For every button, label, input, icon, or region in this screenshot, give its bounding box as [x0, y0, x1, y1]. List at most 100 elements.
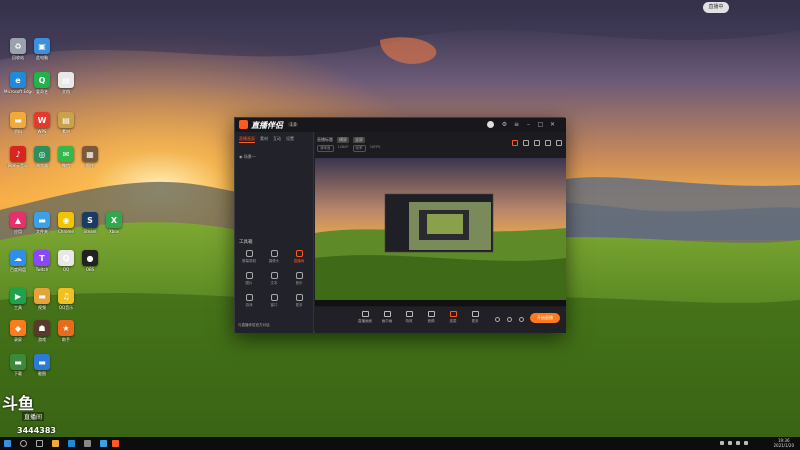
stream-watermark: 斗鱼 直播间 3444383 — [0, 390, 58, 437]
bottom-tool-audio[interactable]: 音频 — [421, 311, 441, 324]
ime-icon[interactable] — [744, 441, 748, 445]
desktop-icon-computer[interactable]: ▣ 此电脑 — [28, 38, 56, 60]
scene-item[interactable]: ◉ 场景一 — [239, 154, 256, 160]
bottom-tool-more[interactable]: 更多 — [465, 311, 485, 324]
app-titlebar[interactable]: 直播伴侣 1.0 ⚙ ≡ – □ ✕ — [235, 118, 566, 132]
record-icon[interactable] — [512, 140, 518, 146]
toolbox-item[interactable]: 图片 — [238, 272, 260, 286]
live-app-taskbar-icon[interactable] — [112, 440, 119, 447]
toolbox-item[interactable]: 文本 — [263, 272, 285, 286]
bottom-tool-effects[interactable]: 特效 — [399, 311, 419, 324]
desktop-icon-label: 此电脑 — [36, 55, 48, 60]
toolbox-item[interactable]: 游戏 — [238, 294, 260, 308]
official-chat-link[interactable]: 与直播伴侣官方对话 — [238, 323, 270, 328]
tool-label: 摄像头 — [268, 259, 280, 263]
desktop-icon-file-b[interactable]: ▤ 素材 — [52, 112, 80, 134]
start-live-button[interactable]: 开始直播 — [530, 313, 560, 323]
desktop-icon-label: 素材 — [62, 129, 70, 134]
desktop-icon-label: 文档 — [62, 89, 70, 94]
menu-icon[interactable]: ≡ — [513, 121, 520, 128]
close-icon[interactable]: ✕ — [549, 121, 556, 128]
portrait-badge[interactable]: 竖屏 — [353, 137, 365, 143]
bottom-tool-cohost[interactable]: 连麦 — [443, 311, 463, 324]
eye-icon[interactable]: ◉ — [239, 154, 243, 159]
green-app-icon: ▶ — [10, 288, 26, 304]
fullscreen-icon[interactable] — [545, 140, 551, 146]
app-version-badge[interactable]: 1.0 — [288, 122, 299, 127]
toolbox-item[interactable]: 直播间 — [288, 250, 310, 264]
bottom-control-bar: 直播画面 画中画 特效 音频 连麦 更多 开始直播 — [315, 307, 566, 333]
live-preview-canvas[interactable] — [315, 158, 566, 306]
volume-icon[interactable] — [736, 441, 740, 445]
tab-settings[interactable]: 设置 — [286, 136, 294, 143]
desktop-icon-folder-e[interactable]: ▬ 截图 — [28, 354, 56, 376]
store-icon[interactable] — [84, 440, 91, 447]
tray-arrow-icon[interactable] — [720, 441, 724, 445]
fps-chip[interactable]: 帧率 — [352, 145, 366, 152]
mic-toggle-icon[interactable] — [507, 317, 512, 322]
gear-icon[interactable] — [519, 317, 524, 322]
pip-icon — [383, 311, 391, 317]
obs-icon: ● — [82, 250, 98, 266]
clock-date: 2021/1/20 — [773, 443, 794, 448]
globe-icon: ◎ — [34, 146, 50, 162]
file-b-icon: ▤ — [58, 112, 74, 128]
settings-icon[interactable]: ⚙ — [501, 121, 508, 128]
screenshot-icon[interactable] — [523, 140, 529, 146]
desktop-icon-label: OBS — [85, 267, 95, 272]
user-avatar-icon[interactable] — [487, 121, 494, 128]
desktop-icon-game-b[interactable]: ★ 助手 — [52, 320, 80, 342]
tab-live-scene[interactable]: 直播画面 — [239, 136, 255, 143]
iqiyi-icon: Q — [34, 72, 50, 88]
share-icon[interactable] — [556, 140, 562, 146]
toolbox-item[interactable]: 音乐 — [288, 272, 310, 286]
room-number: 3444383 — [17, 426, 56, 435]
toolbox-item[interactable]: 更多 — [288, 294, 310, 308]
app-taskbar-icon[interactable] — [100, 440, 107, 447]
maximize-icon[interactable]: □ — [537, 121, 544, 128]
cohost-icon — [449, 311, 457, 317]
toolbox-item[interactable]: 摄像头 — [263, 250, 285, 264]
tool-label: 更多 — [295, 303, 303, 307]
desktop-icon-label: 截图 — [38, 371, 46, 376]
bottom-tool-scene[interactable]: 直播画面 — [355, 311, 375, 324]
baidu-icon: ☁ — [10, 250, 26, 266]
desktop-icon-qq2[interactable]: ♫ QQ音乐 — [52, 288, 80, 310]
stream-title[interactable]: 直播标题 — [317, 137, 333, 143]
landscape-badge[interactable]: 横屏 — [337, 137, 349, 143]
task-view-icon[interactable] — [36, 440, 43, 447]
toolbox-item[interactable]: 屏幕录制 — [238, 250, 260, 264]
scene-label: 场景一 — [243, 154, 256, 159]
quality-chip[interactable]: 清晰度 — [317, 145, 334, 152]
main-panel: 直播标题 横屏 竖屏 清晰度 1080P 帧率 30FPS 直播画面 画中画 特… — [315, 132, 566, 333]
desktop-icon-obs[interactable]: ● OBS — [76, 250, 104, 272]
app-blue-icon: ▲ — [10, 212, 26, 228]
file-a-icon: ▤ — [58, 72, 74, 88]
xbox-icon: X — [106, 212, 122, 228]
taskbar-clock[interactable]: 19:36 2021/1/20 — [773, 438, 794, 448]
desktop-icon-pic[interactable]: ▦ 图片 — [76, 146, 104, 168]
tool-label: 窗口 — [270, 303, 278, 307]
desktop-icon-xbox[interactable]: X Xbox — [100, 212, 128, 234]
toolbox-item[interactable]: 窗口 — [263, 294, 285, 308]
tab-interaction[interactable]: 互动 — [273, 136, 281, 143]
tool-icon — [245, 294, 253, 301]
search-icon[interactable] — [20, 440, 27, 447]
bottom-tool-pip[interactable]: 画中画 — [377, 311, 397, 324]
file-explorer-icon[interactable] — [52, 440, 59, 447]
camera-toggle-icon[interactable] — [495, 317, 500, 322]
minimize-icon[interactable]: – — [525, 121, 532, 128]
tool-label: 文本 — [270, 281, 278, 285]
tool-label: 图片 — [245, 281, 253, 285]
tab-assets[interactable]: 素材 — [260, 136, 268, 143]
desktop-icon-file-a[interactable]: ▤ 文档 — [52, 72, 80, 94]
start-button-icon[interactable] — [4, 440, 11, 447]
more-icon — [471, 311, 479, 317]
monitor-icon — [361, 311, 369, 317]
layout-icon[interactable] — [534, 140, 540, 146]
effects-icon — [405, 311, 413, 317]
edge-taskbar-icon[interactable] — [68, 440, 75, 447]
tool-label: 音乐 — [295, 281, 303, 285]
desktop-icon-label: QQ音乐 — [58, 305, 74, 310]
network-icon[interactable] — [728, 441, 732, 445]
